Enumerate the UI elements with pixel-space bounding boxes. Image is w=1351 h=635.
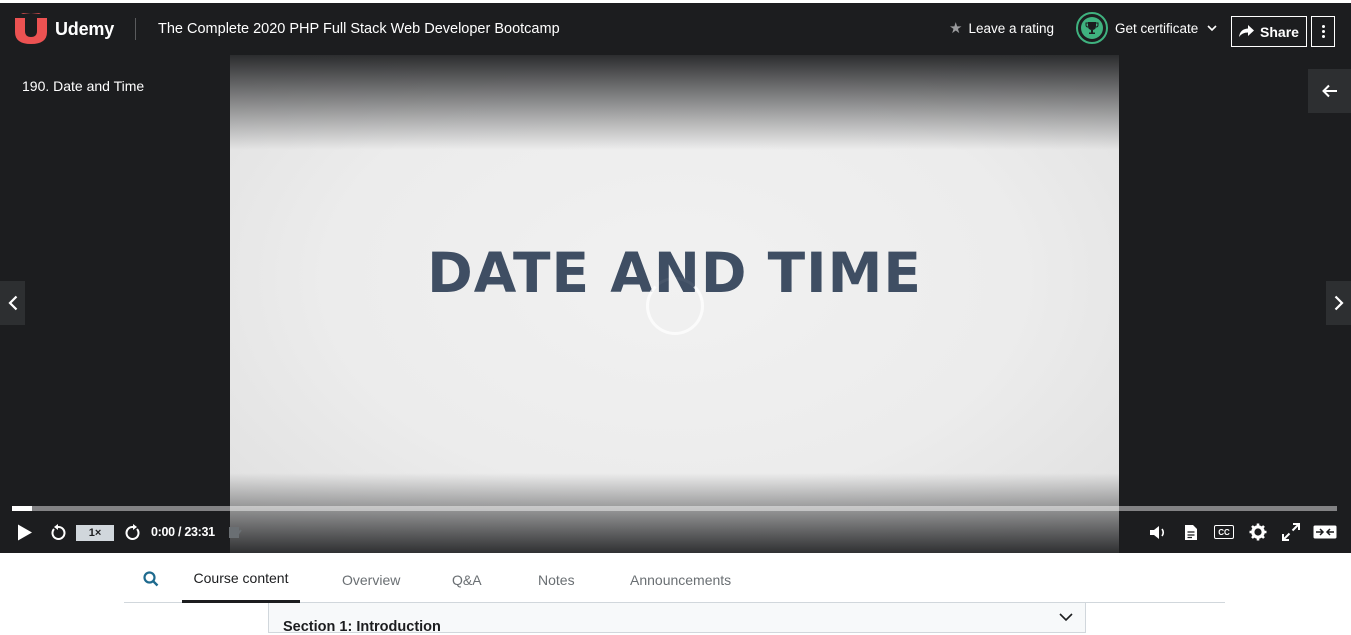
settings-button[interactable] xyxy=(1247,517,1269,547)
previous-lecture-button[interactable] xyxy=(0,281,25,325)
udemy-wordmark: Udemy xyxy=(55,18,115,39)
kebab-dot-icon xyxy=(1321,35,1325,38)
video-player[interactable]: DATE AND TIME 190. Date and Time 1× 0:00… xyxy=(0,55,1351,553)
chevron-down-icon xyxy=(1207,24,1217,31)
leave-rating-label: Leave a rating xyxy=(968,21,1055,36)
player-controls: 1× 0:00 / 23:31 CC xyxy=(0,517,1351,547)
fullscreen-icon xyxy=(1282,523,1300,541)
volume-button[interactable] xyxy=(1147,517,1169,547)
tab-notes[interactable]: Notes xyxy=(538,556,575,603)
gear-icon xyxy=(1249,523,1267,541)
get-certificate-button[interactable]: Get certificate xyxy=(1076,12,1217,44)
arrow-left-icon xyxy=(1321,84,1337,98)
video-frame[interactable]: DATE AND TIME xyxy=(230,55,1119,553)
note-icon xyxy=(229,526,242,538)
captions-button[interactable]: CC xyxy=(1213,517,1235,547)
tab-announcements[interactable]: Announcements xyxy=(630,556,731,603)
progress-bar[interactable] xyxy=(12,506,1337,511)
rewind-icon xyxy=(51,523,66,540)
progress-bar-fill xyxy=(12,506,32,511)
course-tabs: Course content Overview Q&A Notes Announ… xyxy=(124,556,1225,603)
transcript-button[interactable] xyxy=(1181,517,1201,547)
play-button[interactable] xyxy=(14,517,36,547)
get-certificate-label: Get certificate xyxy=(1115,20,1199,36)
add-note-button[interactable] xyxy=(227,517,243,547)
loading-spinner-icon xyxy=(646,277,704,335)
udemy-logo[interactable]: Udemy xyxy=(13,12,114,46)
forward-5s-button[interactable] xyxy=(123,517,143,547)
next-lecture-button[interactable] xyxy=(1326,281,1351,325)
play-icon xyxy=(18,524,32,540)
closed-captions-icon: CC xyxy=(1214,525,1234,539)
transcript-icon xyxy=(1185,524,1197,540)
section-title: Section 1: Introduction xyxy=(283,619,441,635)
chevron-right-icon xyxy=(1334,295,1344,311)
expand-view-icon xyxy=(1313,525,1337,539)
forward-icon xyxy=(125,523,140,540)
chevron-down-icon xyxy=(1059,613,1073,622)
chevron-left-icon xyxy=(7,295,17,311)
expand-sidebar-button[interactable] xyxy=(1308,69,1351,113)
trophy-icon xyxy=(1081,17,1103,39)
course-title[interactable]: The Complete 2020 PHP Full Stack Web Dev… xyxy=(158,21,560,37)
leave-rating-button[interactable]: ★ Leave a rating xyxy=(949,21,1054,36)
fullscreen-button[interactable] xyxy=(1280,517,1302,547)
star-icon: ★ xyxy=(949,20,963,37)
progress-ring xyxy=(1076,12,1108,44)
playback-speed-button[interactable]: 1× xyxy=(76,525,114,541)
tab-overview[interactable]: Overview xyxy=(342,556,400,603)
tab-course-content[interactable]: Course content xyxy=(182,556,300,603)
time-display: 0:00 / 23:31 xyxy=(151,525,215,539)
kebab-dot-icon xyxy=(1321,30,1325,33)
header-divider xyxy=(135,18,136,40)
udemy-u-icon xyxy=(15,13,47,44)
volume-icon xyxy=(1149,525,1164,539)
theatre-mode-button[interactable] xyxy=(1312,517,1338,547)
rewind-5s-button[interactable] xyxy=(48,517,68,547)
lecture-title: 190. Date and Time xyxy=(22,78,145,94)
more-options-button[interactable] xyxy=(1311,16,1335,47)
course-section-header[interactable]: Section 1: Introduction xyxy=(268,603,1086,635)
kebab-dot-icon xyxy=(1321,25,1325,28)
tab-qa[interactable]: Q&A xyxy=(452,556,482,603)
share-label: Share xyxy=(1260,23,1299,40)
search-icon[interactable] xyxy=(142,570,160,588)
share-icon xyxy=(1239,25,1255,37)
top-header: Udemy The Complete 2020 PHP Full Stack W… xyxy=(0,0,1351,55)
share-button[interactable]: Share xyxy=(1231,16,1307,47)
